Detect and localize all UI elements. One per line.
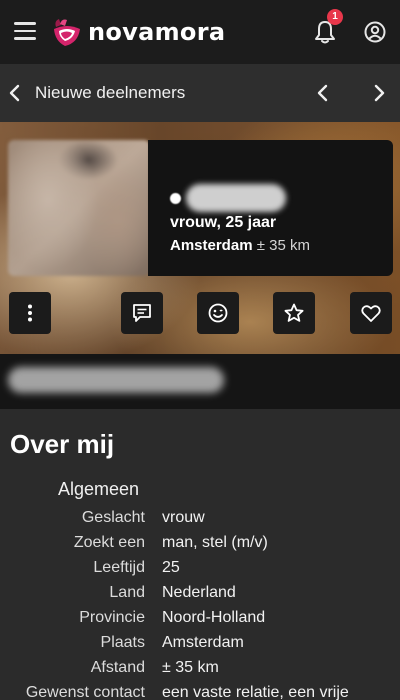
detail-label: Land	[109, 584, 145, 601]
like-button[interactable]	[350, 292, 392, 334]
username-blurred	[186, 184, 286, 212]
action-bar	[0, 292, 400, 336]
detail-label: Geslacht	[81, 509, 145, 526]
detail-label: Gewenst contact	[25, 684, 145, 700]
detail-row: Provincie Noord-Holland	[0, 609, 400, 634]
detail-value: man, stel (m/v)	[162, 534, 268, 551]
detail-value: Noord-Holland	[162, 609, 266, 626]
about-title: Over mij	[10, 429, 115, 459]
city: Amsterdam	[170, 237, 253, 254]
detail-row: Geslacht vrouw	[0, 509, 400, 534]
chevron-left-icon[interactable]	[8, 83, 22, 103]
logo-icon	[54, 19, 80, 46]
detail-label: Afstand	[90, 659, 145, 676]
logo[interactable]: novamora	[50, 14, 225, 50]
detail-value: Nederland	[162, 584, 236, 601]
detail-value: 25	[162, 559, 180, 576]
profile-photo[interactable]	[8, 140, 150, 276]
detail-row: Zoekt een man, stel (m/v)	[0, 534, 400, 559]
more-button[interactable]	[9, 292, 51, 334]
menu-icon[interactable]	[14, 22, 36, 40]
blurred-text	[8, 367, 224, 393]
chevron-left-icon[interactable]	[316, 83, 330, 103]
smiley-icon	[208, 303, 228, 323]
location: Amsterdam ± 35 km	[170, 237, 310, 254]
smile-button[interactable]	[197, 292, 239, 334]
distance: ± 35 km	[252, 237, 310, 254]
detail-row: Gewenst contact een vaste relatie, een v…	[0, 684, 400, 700]
user-circle-icon[interactable]	[364, 21, 386, 43]
gender-age: vrouw, 25 jaar	[170, 214, 277, 231]
chevron-right-icon[interactable]	[372, 83, 386, 103]
detail-row: Afstand ± 35 km	[0, 659, 400, 684]
profile-info-card: vrouw, 25 jaar Amsterdam ± 35 km	[148, 140, 393, 276]
about-section: Over mij Algemeen Geslacht vrouw Zoekt e…	[0, 409, 400, 700]
message-icon	[133, 304, 151, 322]
detail-label: Leeftijd	[93, 559, 145, 576]
heart-icon	[361, 305, 381, 322]
logo-text: novamora	[88, 18, 226, 46]
app: novamora 1 Nieuwe deelnemers vrouw, 25 j…	[0, 0, 400, 700]
online-indicator	[170, 193, 181, 204]
detail-label: Provincie	[79, 609, 145, 626]
detail-value: Amsterdam	[162, 634, 244, 651]
star-icon	[284, 303, 304, 322]
notification-badge: 1	[327, 9, 343, 25]
top-bar: novamora 1	[0, 0, 400, 64]
favorite-button[interactable]	[273, 292, 315, 334]
section-general-title: Algemeen	[58, 479, 140, 499]
detail-value: een vaste relatie, een vrije	[162, 684, 349, 700]
nav-title[interactable]: Nieuwe deelnemers	[35, 83, 185, 103]
detail-label: Zoekt een	[73, 534, 145, 551]
detail-value: ± 35 km	[162, 659, 219, 676]
detail-value: vrouw	[162, 509, 205, 526]
profile-hero: vrouw, 25 jaar Amsterdam ± 35 km	[0, 122, 400, 354]
more-vertical-icon	[28, 304, 32, 322]
detail-row: Plaats Amsterdam	[0, 634, 400, 659]
detail-row: Leeftijd 25	[0, 559, 400, 584]
details-list: Geslacht vrouw Zoekt een man, stel (m/v)…	[0, 509, 400, 700]
detail-label: Plaats	[100, 634, 145, 651]
nav-strip: Nieuwe deelnemers	[0, 64, 400, 122]
message-button[interactable]	[121, 292, 163, 334]
blurred-text-bar	[0, 354, 400, 409]
detail-row: Land Nederland	[0, 584, 400, 609]
